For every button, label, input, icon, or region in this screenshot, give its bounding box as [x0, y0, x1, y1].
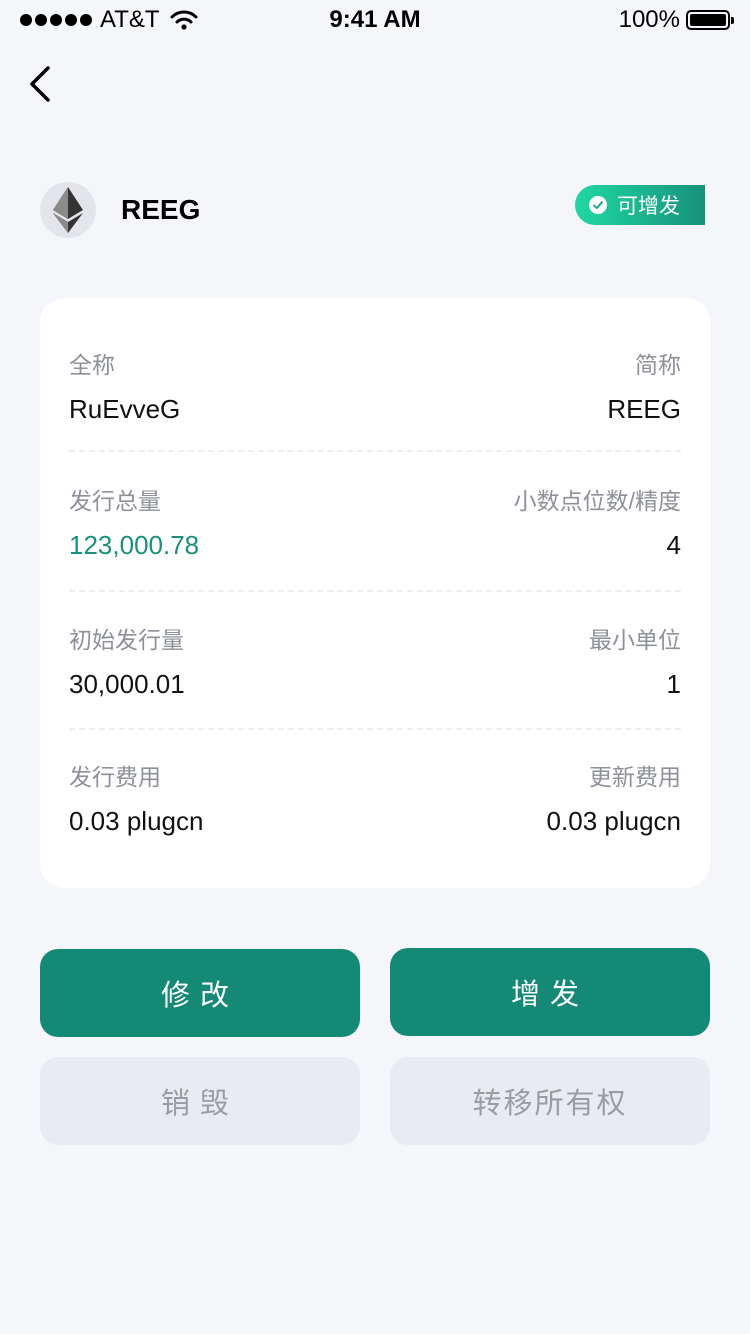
- detail-row-fees: 发行费用 更新费用 0.03 plugcn 0.03 plugcn: [69, 758, 681, 868]
- divider: [69, 450, 681, 452]
- battery-icon: [686, 10, 734, 30]
- status-bar: AT&T 9:41 AM 100%: [0, 0, 750, 40]
- status-right: 100%: [618, 6, 734, 34]
- token-symbol: REEG: [121, 194, 201, 225]
- detail-row-supply: 发行总量 小数点位数/精度 123,000.78 4: [69, 482, 681, 592]
- issue-fee-label: 发行费用: [69, 764, 161, 790]
- ethereum-icon: [40, 182, 96, 238]
- total-supply-value: 123,000.78: [69, 530, 200, 560]
- decimals-label: 小数点位数/精度: [513, 488, 681, 514]
- total-supply-label: 发行总量: [69, 488, 161, 514]
- full-name-value: RuEvveG: [69, 394, 181, 424]
- mintable-badge: 可增发: [575, 185, 705, 225]
- short-name-label: 简称: [635, 352, 681, 378]
- divider: [69, 728, 681, 730]
- detail-row-initial: 初始发行量 最小单位 30,000.01 1: [69, 621, 681, 731]
- token-details-card: 全称 简称 RuEvveG REEG 发行总量 小数点位数/精度 123,000…: [40, 298, 710, 888]
- initial-supply-label: 初始发行量: [69, 627, 184, 653]
- min-unit-value: 1: [666, 669, 681, 699]
- burn-button[interactable]: 销毁: [40, 1057, 360, 1145]
- mint-button[interactable]: 增发: [390, 948, 710, 1036]
- issue-fee-value: 0.03 plugcn: [69, 806, 204, 836]
- short-name-value: REEG: [607, 394, 681, 424]
- divider: [69, 590, 681, 592]
- full-name-label: 全称: [69, 352, 115, 378]
- edit-button[interactable]: 修改: [40, 949, 360, 1037]
- back-icon[interactable]: [24, 62, 64, 106]
- token-header: REEG 可增发: [40, 182, 710, 238]
- update-fee-value: 0.03 plugcn: [546, 806, 681, 836]
- min-unit-label: 最小单位: [589, 627, 681, 653]
- decimals-value: 4: [666, 530, 681, 560]
- update-fee-label: 更新费用: [589, 764, 681, 790]
- initial-supply-value: 30,000.01: [69, 669, 185, 699]
- battery-percent: 100%: [618, 6, 680, 33]
- badge-label: 可增发: [617, 195, 680, 218]
- detail-row-name: 全称 简称 RuEvveG REEG: [69, 346, 681, 456]
- check-circle-icon: [589, 196, 607, 214]
- transfer-ownership-button[interactable]: 转移所有权: [390, 1057, 710, 1145]
